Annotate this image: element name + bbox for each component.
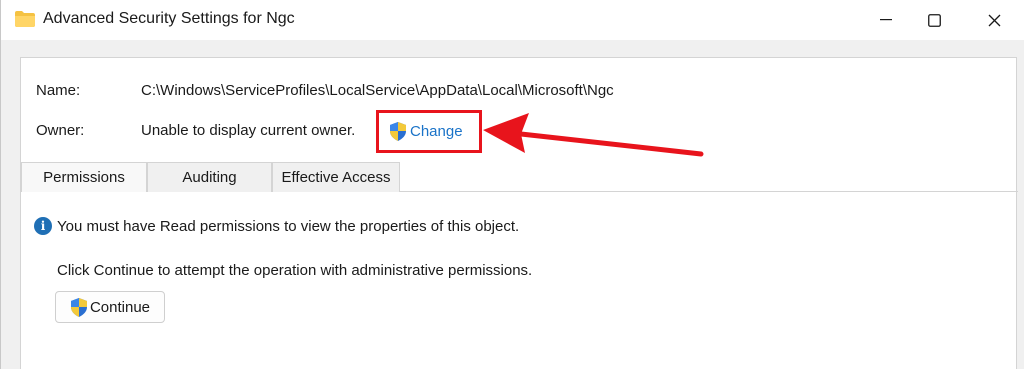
tab-effective-access[interactable]: Effective Access	[272, 162, 400, 192]
maximize-icon	[927, 13, 941, 27]
info-message: You must have Read permissions to view t…	[57, 217, 520, 235]
tab-permissions[interactable]: Permissions	[21, 162, 147, 192]
name-label: Name:	[36, 82, 81, 99]
info-icon: i	[34, 217, 52, 235]
maximize-button[interactable]	[911, 0, 957, 40]
info-message-row: i You must have Read permissions to view…	[34, 217, 519, 235]
owner-label: Owner:	[36, 122, 85, 139]
security-settings-window: Advanced Security Settings for Ngc Name:…	[0, 0, 1024, 369]
dialog-body: Name: C:\Windows\ServiceProfiles\LocalSe…	[20, 57, 1018, 369]
annotation-arrow	[483, 113, 704, 157]
continue-button-label: Continue	[89, 298, 151, 316]
folder-icon	[15, 11, 35, 27]
continue-instructions: Click Continue to attempt the operation …	[57, 262, 533, 279]
minimize-icon	[880, 19, 892, 21]
change-link-label: Change	[410, 123, 463, 140]
change-owner-link[interactable]: Change	[389, 122, 463, 141]
close-icon	[988, 14, 1000, 26]
change-highlight-box: Change	[376, 110, 482, 153]
shield-icon	[70, 297, 87, 317]
window-title: Advanced Security Settings for Ngc	[43, 10, 295, 27]
continue-button[interactable]: Continue	[55, 291, 165, 323]
tab-strip: Permissions Auditing Effective Access	[21, 162, 1018, 192]
close-button[interactable]	[971, 0, 1017, 40]
owner-value: Unable to display current owner.	[141, 122, 356, 139]
name-value: C:\Windows\ServiceProfiles\LocalService\…	[141, 82, 614, 99]
minimize-button[interactable]	[863, 0, 909, 40]
title-bar[interactable]: Advanced Security Settings for Ngc	[1, 0, 1024, 40]
tab-auditing[interactable]: Auditing	[147, 162, 272, 192]
shield-icon	[390, 122, 406, 141]
